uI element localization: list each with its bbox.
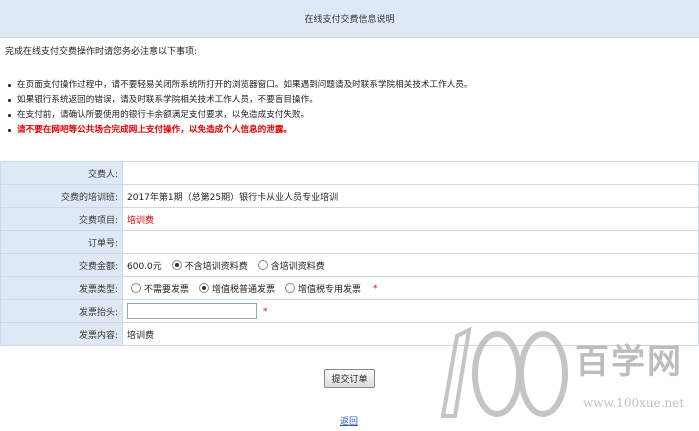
amount-radio-with-materials[interactable]	[257, 260, 268, 270]
notice-item: 在页面支付操作过程中，请不要轻易关闭所系统所打开的浏览器窗口。如果遇到问题请及时…	[8, 78, 472, 93]
watermark-url-text: www.100xue.net	[583, 396, 685, 410]
watermark-logo-icon	[440, 326, 568, 418]
notice-warning: 请不要在网吧等公共场合完成网上支付操作，以免造成个人信息的泄露。	[8, 123, 472, 138]
invoice-opt1-label: 不需要发票	[144, 284, 190, 295]
class-label: 交费的培训班:	[0, 184, 123, 208]
back-link[interactable]: 返回	[340, 414, 358, 427]
invoice-opt2-label: 增值税普通发票	[212, 284, 276, 295]
class-value: 2017年第1期（总第25期）银行卡从业人员专业培训	[122, 184, 699, 208]
form-row-payer: 交费人:	[0, 161, 699, 185]
form-row-amount: 交费金额: 600.0元 不含培训资料费 含培训资料费	[0, 253, 699, 277]
watermark-cn-text: 百学网	[575, 342, 683, 382]
submit-order-button[interactable]: 提交订单	[324, 369, 375, 388]
amount-radio-no-materials[interactable]	[171, 260, 182, 270]
amount-value: 600.0元	[127, 261, 162, 272]
invoice-type-label: 发票类型:	[0, 276, 123, 300]
invoice-radio-none[interactable]	[131, 283, 141, 293]
item-value: 培训费	[122, 207, 699, 231]
invoice-type-cell: 不需要发票 增值税普通发票 增值税专用发票 *	[122, 276, 699, 300]
invoice-radio-special[interactable]	[285, 283, 296, 293]
watermark: 百学网 www.100xue.net	[435, 316, 697, 426]
invoice-radio-ordinary[interactable]	[199, 283, 210, 293]
amount-cell: 600.0元 不含培训资料费 含培训资料费	[122, 253, 699, 277]
invoice-opt3-label: 增值税专用发票	[298, 284, 362, 295]
invoice-title-label: 发票抬头:	[0, 299, 123, 323]
item-label: 交费项目:	[0, 207, 123, 231]
amount-label: 交费金额:	[0, 253, 123, 277]
invoice-content-label: 发票内容:	[0, 322, 123, 346]
required-mark: *	[373, 283, 378, 294]
payer-value	[122, 161, 699, 185]
amount-opt2-label: 含培训资料费	[270, 261, 325, 272]
form-row-item: 交费项目: 培训费	[0, 207, 699, 231]
notice-item: 在支付前，请确认所要使用的银行卡余额满足支付要求，以免造成支付失败。	[8, 108, 472, 123]
invoice-title-input[interactable]	[127, 303, 257, 319]
payer-label: 交费人:	[0, 161, 123, 185]
notice-item: 如果银行系统返回的错误，请及时联系学院相关技术工作人员，不要盲目操作。	[8, 93, 472, 108]
form-row-order: 订单号:	[0, 230, 699, 254]
page-title: 在线支付交费信息说明	[304, 15, 395, 25]
order-value	[122, 230, 699, 254]
intro-text: 完成在线支付交费操作时请您务必注意以下事项:	[5, 47, 198, 57]
notice-list: 在页面支付操作过程中，请不要轻易关闭所系统所打开的浏览器窗口。如果遇到问题请及时…	[8, 78, 472, 138]
required-mark: *	[263, 306, 268, 317]
order-label: 订单号:	[0, 230, 123, 254]
form-row-class: 交费的培训班: 2017年第1期（总第25期）银行卡从业人员专业培训	[0, 184, 699, 208]
form-row-invoice-type: 发票类型: 不需要发票 增值税普通发票 增值税专用发票 *	[0, 276, 699, 300]
page-title-bar: 在线支付交费信息说明	[0, 0, 699, 38]
amount-opt1-label: 不含培训资料费	[184, 261, 248, 272]
